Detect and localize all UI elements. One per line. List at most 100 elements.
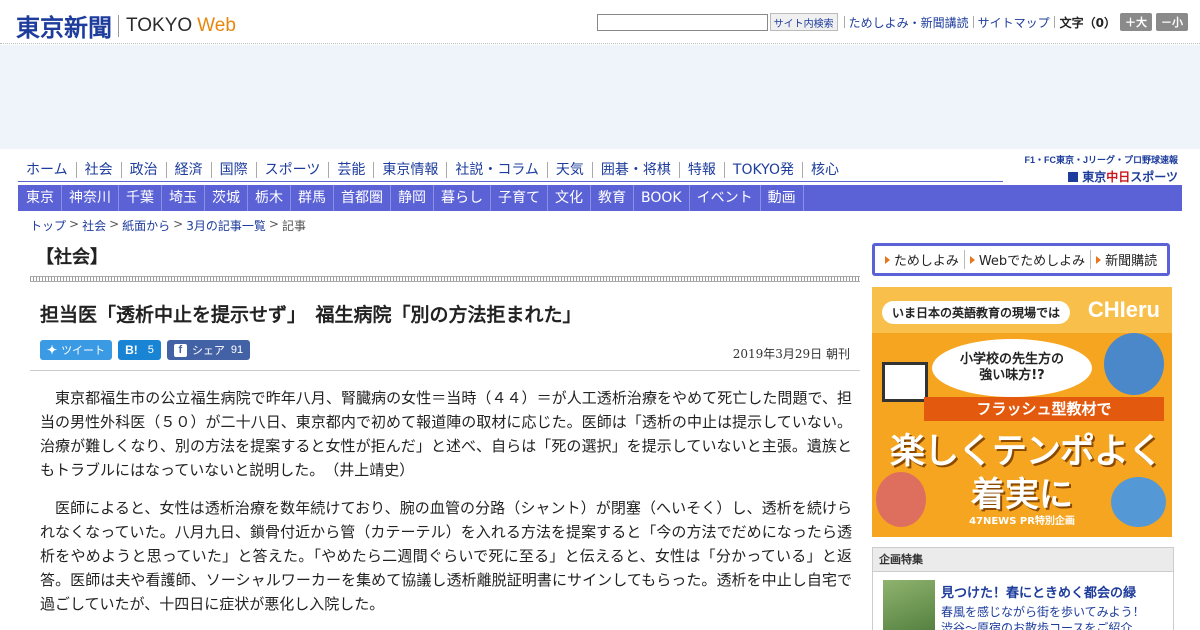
nav-item-sports[interactable]: スポーツ — [257, 161, 330, 178]
logo-english: TOKYO — [126, 14, 193, 36]
facebook-share-label: シェア — [191, 345, 225, 357]
article-headline: 担当医「透析中止を提示せず」 福生病院「別の方法拒まれた」 — [40, 304, 582, 326]
nav-item-home[interactable]: ホーム — [18, 161, 77, 178]
site-logo[interactable]: 東京新聞 TOKYO Web — [16, 8, 236, 43]
article-paragraph: 東京都福生市の公立福生病院で昨年八月、腎臓病の女性＝当時（４４）＝が人工透析治療… — [40, 389, 852, 479]
breadcrumb: トップ > 社会 > 紙面から > 3月の記事一覧 > 記事 — [30, 217, 306, 234]
breadcrumb-separator: > — [109, 217, 120, 231]
nav-item-entertainment[interactable]: 芸能 — [329, 161, 375, 178]
article-paragraph: 医師によると、女性は透析治療を数年続けており、腕の血管の分路（シャント）が閉塞（… — [40, 499, 852, 613]
section-title: 【社会】 — [36, 247, 108, 268]
article-date: 2019年3月29日 朝刊 — [732, 347, 850, 361]
nav-item-editorial[interactable]: 社説・コラム — [447, 161, 548, 178]
region-item-culture[interactable]: 文化 — [548, 185, 591, 211]
sports-logo-suffix: スポーツ — [1130, 170, 1178, 184]
web-trial-label: Webでためしよみ — [978, 254, 1086, 269]
font-larger-button[interactable]: ＋大 — [1120, 13, 1152, 31]
trial-reading-link[interactable]: ためしよみ — [880, 250, 965, 269]
feature-desc-line: 渋谷～原宿のお散歩コースをご紹介 — [941, 621, 1133, 630]
top-ad-banner — [0, 45, 1200, 149]
section-divider — [30, 276, 860, 282]
hatena-bookmark-button[interactable]: B! 5 — [118, 340, 161, 360]
tweet-button[interactable]: ✦ ツイート — [40, 340, 113, 360]
tweet-label: ツイート — [61, 345, 106, 357]
chunichi-mark-icon — [1068, 171, 1079, 182]
logo-japanese: 東京新聞 — [16, 13, 112, 42]
site-header: 東京新聞 TOKYO Web サイト内検索 ためしよみ・新聞講読 サイトマップ … — [0, 0, 1200, 44]
web-trial-link[interactable]: Webでためしよみ — [965, 250, 1092, 269]
hatena-bookmark-icon: B! — [125, 343, 138, 357]
region-item-gunma[interactable]: 群馬 — [291, 185, 334, 211]
subscribe-link[interactable]: 新聞購読 — [1091, 250, 1162, 269]
monitor-illustration — [882, 362, 928, 402]
search-input[interactable] — [596, 13, 768, 31]
chunichi-sports-logo: 東京 中日 スポーツ — [1024, 168, 1178, 185]
region-item-book[interactable]: BOOK — [634, 185, 690, 211]
region-item-video[interactable]: 動画 — [761, 185, 804, 211]
region-item-tokyo[interactable]: 東京 — [18, 185, 62, 211]
trial-subscribe-link[interactable]: ためしよみ・新聞講読 — [849, 14, 969, 31]
sitemap-link[interactable]: サイトマップ — [978, 14, 1050, 31]
region-item-events[interactable]: イベント — [690, 185, 761, 211]
nav-item-economy[interactable]: 経済 — [167, 161, 212, 178]
nav-item-politics[interactable]: 政治 — [122, 161, 167, 178]
breadcrumb-march-list[interactable]: 3月の記事一覧 — [186, 217, 266, 234]
nav-item-tokyo-hatsu[interactable]: TOKYO発 — [725, 161, 803, 178]
logo-divider — [118, 14, 119, 37]
site-search-button[interactable]: サイト内検索 — [769, 13, 838, 31]
main-nav: ホーム 社会 政治 経済 国際 スポーツ 芸能 東京情報 社説・コラム 天気 囲… — [18, 158, 1003, 182]
facebook-share-button[interactable]: f シェア 91 — [166, 340, 251, 360]
feature-box: 企画特集 見つけた！春にときめく都会の緑 春風を感じながら街を歩いてみよう！ 渋… — [872, 547, 1174, 630]
breadcrumb-separator: > — [173, 217, 184, 231]
divider — [843, 16, 845, 28]
nav-item-special[interactable]: 特報 — [680, 161, 725, 178]
sports-banner-caption: F1・FC東京・Jリーグ・プロ野球速報 — [1024, 155, 1178, 165]
sidebar-advertisement[interactable]: いま日本の英語教育の現場では CHIeru 小学校の先生方の 強い味方!? フラ… — [872, 287, 1172, 537]
region-item-metro[interactable]: 首都圏 — [334, 185, 391, 211]
region-item-chiba[interactable]: 千葉 — [119, 185, 162, 211]
sports-logo-prefix: 東京 — [1082, 170, 1107, 184]
ad-speech-bubble: 小学校の先生方の 強い味方!? — [932, 339, 1092, 397]
font-size-label: 文字（0） — [1059, 15, 1116, 30]
feature-title-link[interactable]: 見つけた！春にときめく都会の緑 — [941, 582, 1136, 601]
facebook-icon: f — [173, 343, 187, 357]
share-buttons: ✦ ツイート B! 5 f シェア 91 — [40, 340, 256, 360]
region-item-living[interactable]: 暮らし — [434, 185, 491, 211]
facebook-share-count: 91 — [230, 344, 244, 356]
region-item-ibaraki[interactable]: 茨城 — [205, 185, 248, 211]
subscription-links: ためしよみ Webでためしよみ 新聞購読 — [872, 243, 1170, 276]
utility-bar: サイト内検索 ためしよみ・新聞講読 サイトマップ 文字（0） ＋大 －小 — [596, 13, 1188, 31]
nav-item-go-shogi[interactable]: 囲碁・将棋 — [593, 161, 680, 178]
ad-tagline: いま日本の英語教育の現場では — [882, 301, 1071, 324]
nav-item-society[interactable]: 社会 — [77, 161, 122, 178]
breadcrumb-separator: > — [69, 217, 80, 231]
region-nav: 東京 神奈川 千葉 埼玉 茨城 栃木 群馬 首都圏 静岡 暮らし 子育て 文化 … — [18, 185, 1182, 211]
ad-photo-child — [1104, 333, 1164, 395]
arrow-right-icon — [1096, 255, 1102, 264]
nav-item-core[interactable]: 核心 — [803, 162, 847, 178]
region-item-parenting[interactable]: 子育て — [491, 185, 548, 211]
feature-description[interactable]: 春風を感じながら街を歩いてみよう！ 渋谷～原宿のお散歩コースをご紹介 — [941, 604, 1145, 630]
ad-footer: 47NEWS PR特別企画 — [969, 516, 1075, 527]
region-item-shizuoka[interactable]: 静岡 — [391, 185, 434, 211]
region-item-education[interactable]: 教育 — [591, 185, 634, 211]
feature-thumbnail[interactable] — [883, 580, 935, 630]
nav-item-international[interactable]: 国際 — [212, 161, 257, 178]
breadcrumb-society[interactable]: 社会 — [82, 217, 106, 234]
divider — [1053, 16, 1055, 28]
breadcrumb-top[interactable]: トップ — [30, 217, 66, 234]
breadcrumb-separator: > — [268, 217, 279, 231]
nav-item-tokyo-info[interactable]: 東京情報 — [374, 161, 448, 178]
region-item-kanagawa[interactable]: 神奈川 — [62, 185, 119, 211]
twitter-bird-icon: ✦ — [47, 343, 58, 357]
ad-ribbon: フラッシュ型教材で — [924, 397, 1164, 421]
article-body: 東京都福生市の公立福生病院で昨年八月、腎臓病の女性＝当時（４４）＝が人工透析治療… — [40, 386, 852, 630]
logo-web: Web — [197, 14, 236, 36]
breadcrumb-print[interactable]: 紙面から — [122, 217, 170, 234]
font-smaller-button[interactable]: －小 — [1156, 13, 1188, 31]
sports-banner[interactable]: F1・FC東京・Jリーグ・プロ野球速報 東京 中日 スポーツ — [1024, 153, 1178, 185]
region-item-tochigi[interactable]: 栃木 — [248, 185, 291, 211]
subscribe-label: 新聞購読 — [1105, 254, 1158, 269]
region-item-saitama[interactable]: 埼玉 — [162, 185, 205, 211]
nav-item-weather[interactable]: 天気 — [548, 161, 593, 178]
